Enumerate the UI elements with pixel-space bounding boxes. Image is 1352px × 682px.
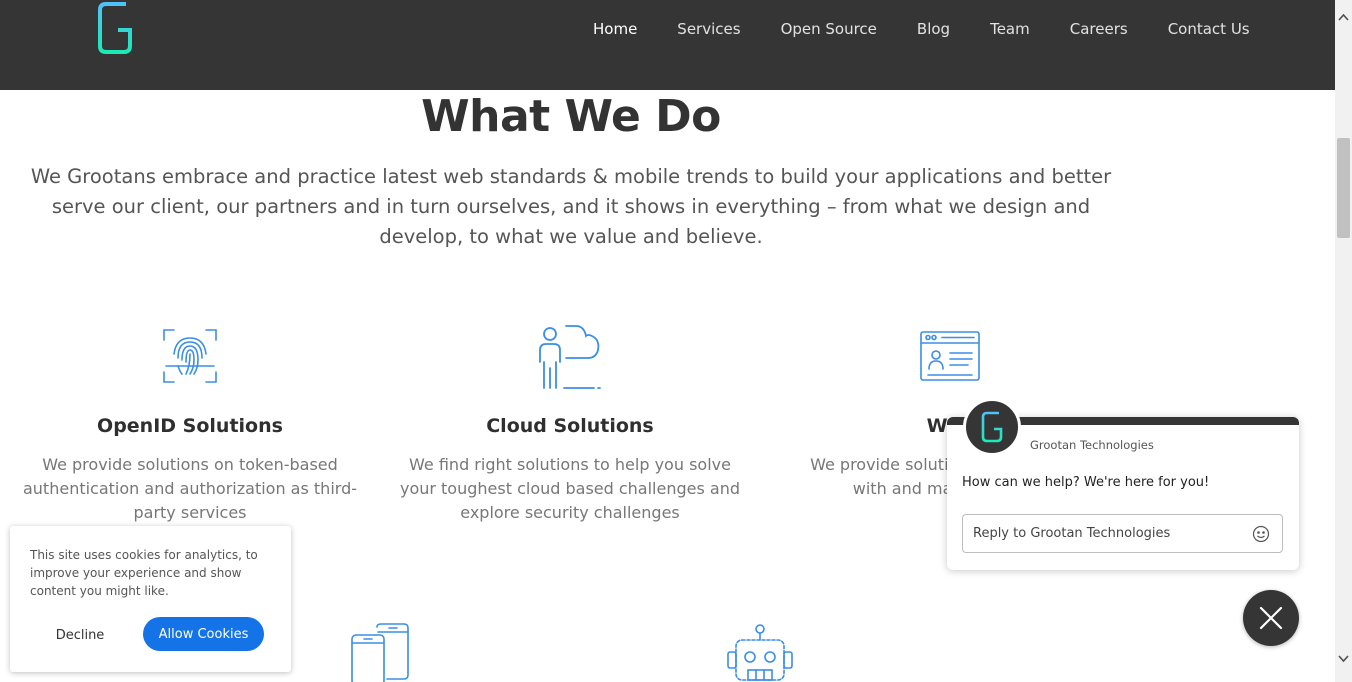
chat-greeting: How can we help? We're here for you! (962, 475, 1210, 490)
nav-team[interactable]: Team (990, 18, 1030, 40)
scroll-down-icon[interactable] (1335, 652, 1352, 669)
chat-widget: Grootan Technologies How can we help? We… (947, 398, 1299, 570)
chat-close-button[interactable] (1243, 590, 1299, 646)
mobile-devices-icon (351, 623, 409, 682)
decline-cookies-button[interactable]: Decline (30, 618, 130, 652)
chat-reply-input[interactable] (973, 515, 1243, 552)
web-profile-icon (920, 331, 980, 381)
allow-cookies-button[interactable]: Allow Cookies (143, 617, 264, 651)
nav-open-source[interactable]: Open Source (781, 18, 877, 40)
page-scrollbar[interactable] (1335, 0, 1352, 682)
card-description: We find right solutions to help you solv… (399, 455, 741, 522)
nav-home[interactable]: Home (593, 18, 637, 40)
service-card-cloud: Cloud Solutions We find right solutions … (390, 320, 750, 530)
nav-careers[interactable]: Careers (1070, 18, 1128, 40)
grootan-avatar-logo-icon (981, 411, 1003, 443)
fingerprint-icon (163, 329, 217, 383)
card-title: OpenID Solutions (97, 415, 283, 437)
cloud-person-icon (539, 325, 601, 389)
card-description: We provide solutions on token-based auth… (22, 455, 357, 522)
scroll-up-icon[interactable] (1335, 10, 1352, 27)
company-avatar (963, 398, 1021, 456)
nav-blog[interactable]: Blog (917, 18, 950, 40)
scroll-thumb[interactable] (1337, 138, 1350, 238)
site-header: Home Services Open Source Blog Team Care… (0, 0, 1335, 90)
cookie-banner: This site uses cookies for analytics, to… (10, 526, 291, 672)
section-intro: We Grootans embrace and practice latest … (30, 165, 1112, 248)
cookie-text: This site uses cookies for analytics, to… (30, 548, 258, 598)
chat-company-name: Grootan Technologies (1030, 438, 1154, 452)
emoji-icon[interactable] (1252, 525, 1270, 543)
robot-icon (727, 624, 793, 681)
card-title: Cloud Solutions (486, 415, 654, 437)
nav-contact-us[interactable]: Contact Us (1168, 18, 1250, 40)
chat-reply-box (962, 514, 1283, 553)
close-icon (1259, 606, 1283, 630)
service-card-openid: OpenID Solutions We provide solutions on… (10, 320, 370, 530)
nav-services[interactable]: Services (677, 18, 740, 40)
grootan-logo-icon[interactable] (96, 0, 134, 56)
section-title: What We Do (421, 91, 721, 142)
main-nav: Home Services Open Source Blog Team Care… (593, 18, 1290, 40)
